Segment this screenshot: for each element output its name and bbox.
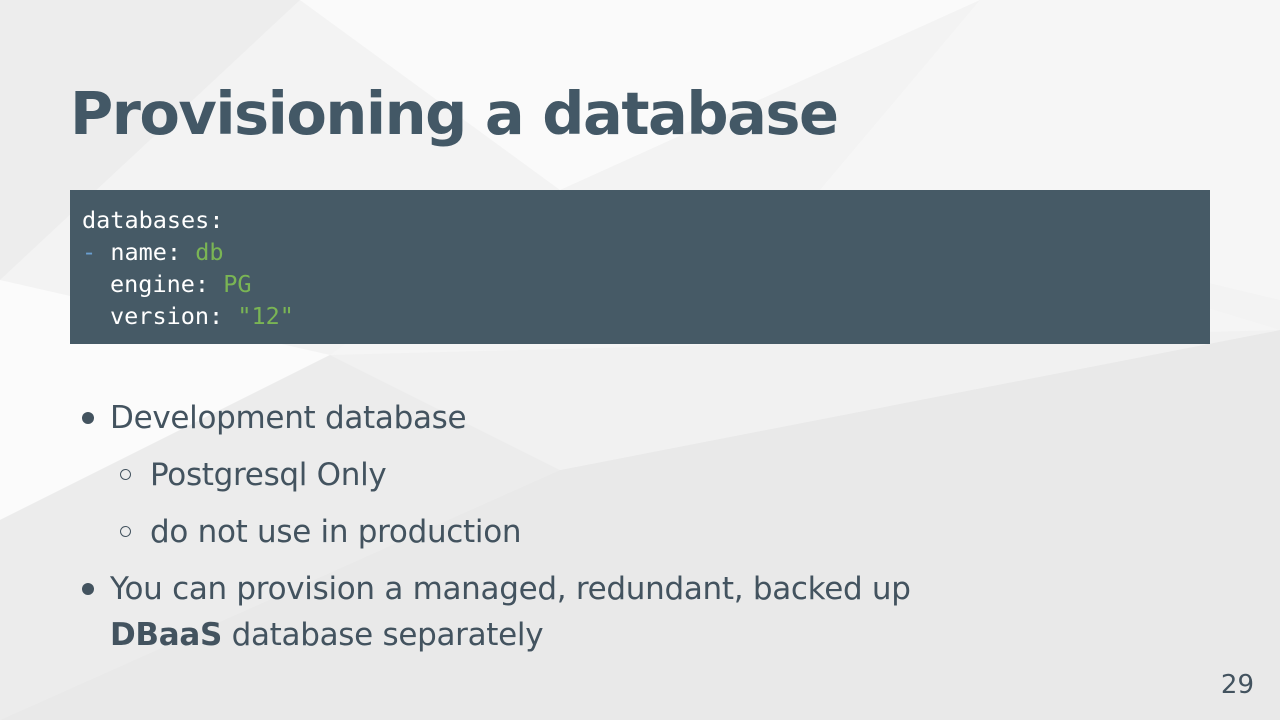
sub-bullet-text: Postgresql Only xyxy=(150,457,387,493)
bullet-circle-icon xyxy=(120,526,131,537)
code-block: databases: - name: db engine: PG version… xyxy=(70,190,1210,344)
bullet-text: You can provision a managed, redundant, … xyxy=(110,571,911,607)
page-number: 29 xyxy=(1220,670,1254,700)
code-key: engine: xyxy=(110,270,210,298)
slide: Provisioning a database databases: - nam… xyxy=(0,0,1280,720)
code-list-dash: - xyxy=(82,238,97,266)
code-value: "12" xyxy=(237,302,294,330)
sub-bullet-item: Postgresql Only xyxy=(80,452,1080,498)
code-key: version: xyxy=(110,302,224,330)
code-line-4: version: "12" xyxy=(82,300,1198,332)
code-value: PG xyxy=(223,270,252,298)
bullet-dot-icon xyxy=(82,583,94,595)
code-key: databases: xyxy=(82,206,224,234)
bullet-list: Development database Postgresql Only do … xyxy=(80,395,1080,658)
bullet-bold-term: DBaaS xyxy=(110,617,223,653)
bullet-text: Development database xyxy=(110,400,467,436)
code-value: db xyxy=(195,238,224,266)
sub-bullet-text: do not use in production xyxy=(150,514,522,550)
bullet-item: You can provision a managed, redundant, … xyxy=(80,566,1080,658)
code-line-2: - name: db xyxy=(82,236,1198,268)
sub-bullet-item: do not use in production xyxy=(80,509,1080,555)
slide-title: Provisioning a database xyxy=(70,79,839,148)
code-line-3: engine: PG xyxy=(82,268,1198,300)
code-line-1: databases: xyxy=(82,204,1198,236)
bullet-dot-icon xyxy=(82,412,94,424)
bullet-circle-icon xyxy=(120,469,131,480)
bullet-item: Development database xyxy=(80,395,1080,441)
code-key: name: xyxy=(110,238,182,266)
bullet-text: database separately xyxy=(222,617,544,653)
